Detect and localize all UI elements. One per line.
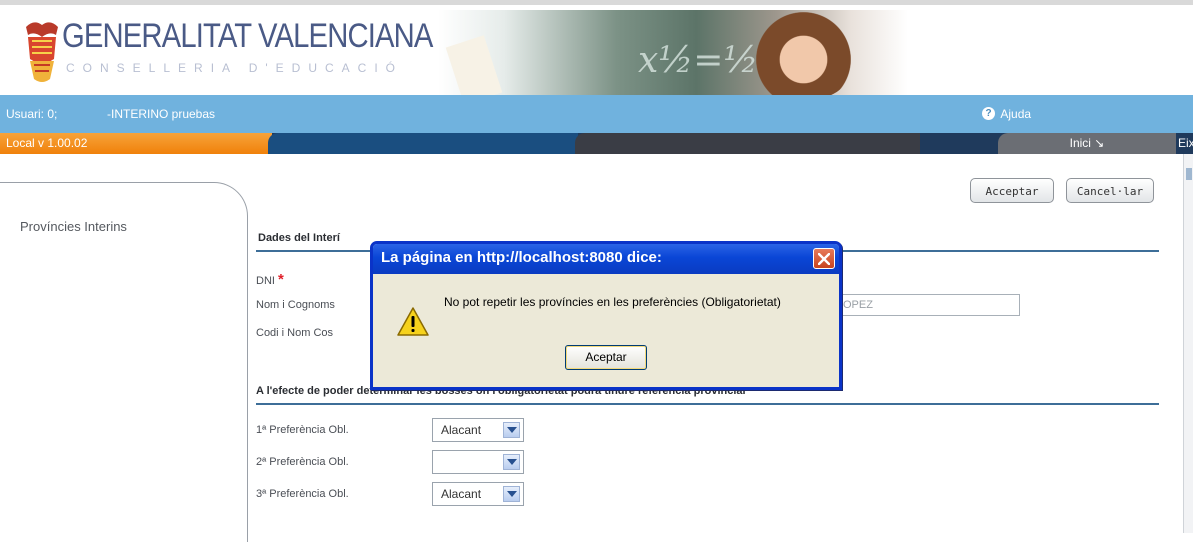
section-title-dades: Dades del Interí [258, 232, 340, 244]
scrollbar-thumb[interactable] [1186, 168, 1192, 180]
preference-2-select[interactable] [432, 450, 524, 474]
user-name: -INTERINO pruebas [107, 107, 216, 121]
logo-title: GENERALITAT VALENCIANA [62, 17, 433, 55]
preference-label: 3ª Preferència Obl. [256, 488, 349, 500]
preference-label: 1ª Preferència Obl. [256, 424, 349, 436]
user-bar: Usuari: 0; -INTERINO pruebas ? Ajuda [0, 95, 1193, 133]
select-value: Alacant [441, 423, 482, 437]
help-link[interactable]: ? Ajuda [982, 106, 1031, 121]
select-value: Alacant [441, 487, 482, 501]
warning-icon [397, 307, 429, 336]
tab-blank-dark [575, 133, 920, 154]
dni-label-text: DNI [256, 275, 275, 287]
header-banner-image: x½=½ [438, 10, 908, 100]
required-marker: * [278, 271, 284, 288]
alert-dialog: La página en http://localhost:8080 dice:… [370, 241, 842, 390]
dni-label: DNI * [256, 271, 284, 288]
tab-blank-blue [268, 133, 578, 154]
preference-label: 2ª Preferència Obl. [256, 456, 349, 468]
vertical-scrollbar[interactable] [1183, 154, 1193, 533]
nom-label: Nom i Cognoms [256, 299, 335, 311]
dialog-title: La página en http://localhost:8080 dice: [381, 249, 662, 266]
page-header: GENERALITAT VALENCIANA CONSELLERIA D'EDU… [0, 0, 1193, 100]
help-icon: ? [982, 107, 995, 121]
bat-crest-icon [26, 22, 58, 82]
tab-inici[interactable]: Inici ↘ [998, 133, 1176, 154]
accept-button[interactable]: Acceptar [970, 178, 1054, 203]
banner-scribble: x½=½ [638, 40, 759, 81]
sidebar-item-provincies-interins[interactable]: Províncies Interins [20, 219, 127, 234]
tab-strip: Local v 1.00.02 Inici ↘ Eixir [0, 133, 1193, 154]
close-icon [818, 253, 830, 265]
dialog-ok-button[interactable]: Aceptar [565, 345, 647, 370]
tab-eixir[interactable]: Eixir [1176, 133, 1193, 154]
section-divider [256, 403, 1159, 405]
version-tab: Local v 1.00.02 [0, 133, 272, 154]
preference-1-select[interactable]: Alacant [432, 418, 524, 442]
sidebar: Províncies Interins [0, 182, 248, 542]
version-label: Local v 1.00.02 [6, 136, 88, 150]
logo-subtitle: CONSELLERIA D'EDUCACIÓ [66, 61, 403, 75]
dialog-titlebar[interactable]: La página en http://localhost:8080 dice: [373, 244, 839, 274]
banner-book [445, 35, 503, 100]
help-label: Ajuda [1000, 106, 1032, 121]
chevron-down-icon[interactable] [503, 454, 520, 470]
banner-person [743, 10, 853, 100]
chevron-down-icon[interactable] [503, 486, 520, 502]
codi-label: Codi i Nom Cos [256, 327, 334, 339]
preference-3-select[interactable]: Alacant [432, 482, 524, 506]
dialog-message: No pot repetir les províncies en les pre… [444, 295, 781, 309]
cancel-button[interactable]: Cancel·lar [1066, 178, 1154, 203]
nom-cognoms-input[interactable]: OPEZ [828, 294, 1020, 316]
user-label: Usuari: 0; [6, 107, 58, 121]
chevron-down-icon[interactable] [503, 422, 520, 438]
close-button[interactable] [813, 248, 835, 269]
